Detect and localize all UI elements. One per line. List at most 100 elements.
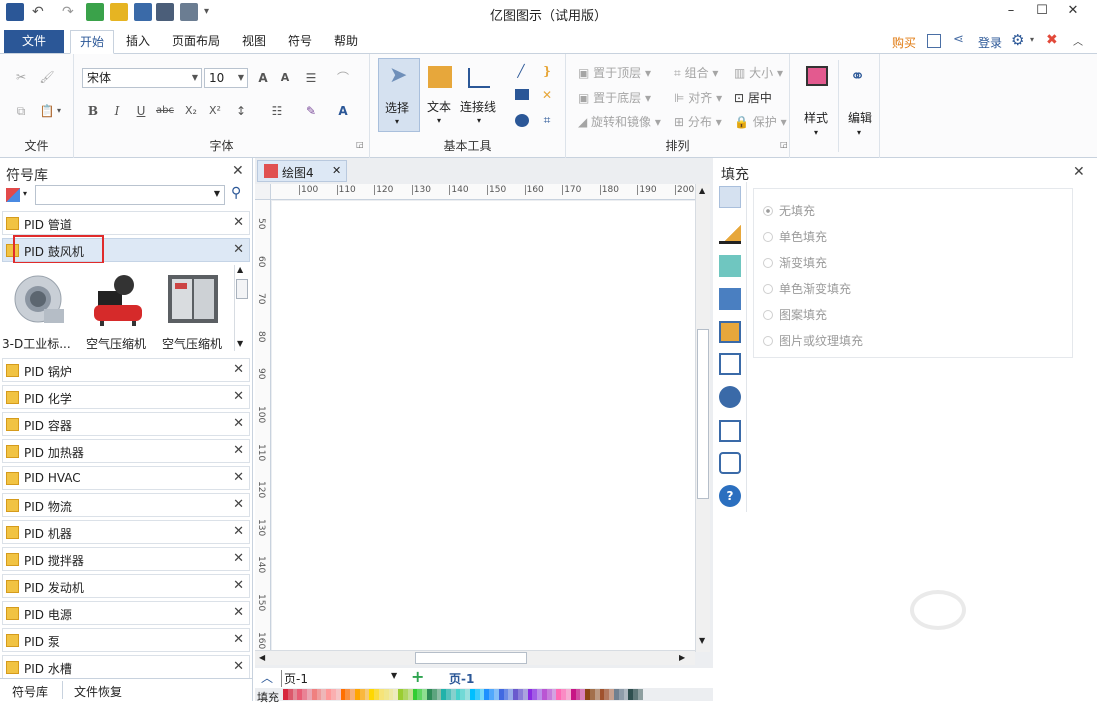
page-select[interactable]: 页-1 <box>281 670 308 687</box>
color-swatch[interactable] <box>364 689 370 700</box>
library-close-icon[interactable]: ✕ <box>233 605 244 620</box>
select-tool[interactable]: ➤ 选择 ▾ <box>378 58 420 132</box>
air-compressor-2-shape[interactable] <box>166 271 221 326</box>
image-icon[interactable] <box>719 288 741 310</box>
vscroll-thumb[interactable] <box>697 329 709 499</box>
blower-shape[interactable] <box>12 271 67 326</box>
font-name-select[interactable]: 宋体 ▼ <box>82 68 202 88</box>
ellipse-icon[interactable] <box>515 114 529 127</box>
library-row[interactable]: PID 机器 ✕ <box>2 520 250 544</box>
library-close-icon[interactable]: ✕ <box>233 578 244 593</box>
vscroll-up-icon[interactable]: ▲ <box>699 186 705 195</box>
library-close-icon[interactable]: ✕ <box>233 551 244 566</box>
color-swatch[interactable] <box>537 689 543 700</box>
library-close-icon[interactable]: ✕ <box>233 470 244 485</box>
library-row[interactable]: PID 搅拌器 ✕ <box>2 547 250 571</box>
library-row[interactable]: PID 容器 ✕ <box>2 412 250 436</box>
tab-page-layout[interactable]: 页面布局 <box>166 30 226 54</box>
hyperlink-icon[interactable] <box>719 386 741 408</box>
library-row[interactable]: PID 发动机 ✕ <box>2 574 250 598</box>
align-text-icon[interactable]: ☰ <box>302 69 320 87</box>
layers-icon[interactable] <box>719 321 741 343</box>
fill-tool-icon[interactable] <box>719 186 741 208</box>
color-swatch[interactable] <box>580 689 586 700</box>
settings-gear-icon[interactable]: ⚙ <box>1011 31 1024 49</box>
library-menu-icon[interactable] <box>6 188 20 202</box>
color-swatch[interactable] <box>393 689 399 700</box>
file-tab[interactable]: 文件 <box>4 30 64 53</box>
hscroll-right-icon[interactable]: ▶ <box>679 653 685 662</box>
shrink-font-icon[interactable]: A <box>276 69 294 87</box>
maximize-button[interactable]: ☐ <box>1031 2 1053 20</box>
share-icon[interactable]: ⋖ <box>953 32 964 47</box>
library-close-icon[interactable]: ✕ <box>233 242 244 257</box>
vscroll-down-icon[interactable]: ▼ <box>699 636 705 645</box>
color-swatch[interactable] <box>623 689 629 700</box>
color-swatch[interactable] <box>436 689 442 700</box>
fill-option[interactable]: 图片或纹理填充 <box>763 332 863 349</box>
close-library-icon[interactable]: ✕ <box>232 163 244 179</box>
rectangle-icon[interactable] <box>515 89 529 100</box>
fill-option[interactable]: 渐变填充 <box>763 254 827 271</box>
font-color-icon[interactable]: A <box>334 102 352 120</box>
font-color-fill-icon[interactable]: ✎ <box>302 102 320 120</box>
comment-icon[interactable] <box>719 452 741 474</box>
color-swatch[interactable] <box>522 689 528 700</box>
group-button[interactable]: ⌗ 组合 ▾ <box>674 64 718 81</box>
library-close-icon[interactable]: ✕ <box>233 389 244 404</box>
scroll-up-icon[interactable]: ▲ <box>237 265 243 274</box>
color-swatch[interactable] <box>465 689 471 700</box>
page-list-icon[interactable] <box>719 353 741 375</box>
crop-icon[interactable]: ⌗ <box>538 111 556 129</box>
collapse-ribbon-icon[interactable]: ︿ <box>1073 33 1083 48</box>
center-button[interactable]: ⊡ 居中 <box>734 89 772 106</box>
library-row[interactable]: PID 化学 ✕ <box>2 385 250 409</box>
color-swatch[interactable] <box>479 689 485 700</box>
distribute-button[interactable]: ⊞ 分布 ▾ <box>674 113 722 130</box>
library-close-icon[interactable]: ✕ <box>233 443 244 458</box>
shadow-icon[interactable] <box>719 255 741 277</box>
color-swatch[interactable] <box>335 689 341 700</box>
settings-dropdown-icon[interactable]: ▾ <box>1030 35 1034 44</box>
superscript-icon[interactable]: X² <box>206 102 224 120</box>
line-spacing-icon[interactable]: ↕ <box>232 102 250 120</box>
library-close-icon[interactable]: ✕ <box>233 632 244 647</box>
color-swatch[interactable] <box>566 689 571 700</box>
tab-symbol[interactable]: 符号 <box>282 30 318 54</box>
color-swatch[interactable] <box>321 689 327 700</box>
text-arc-icon[interactable]: ⌒ <box>334 69 352 87</box>
copy-icon[interactable]: ⧉ <box>12 102 30 120</box>
fill-option[interactable]: 单色填充 <box>763 228 827 245</box>
library-menu-dropdown-icon[interactable]: ▾ <box>23 189 27 198</box>
size-button[interactable]: ▥ 大小 ▾ <box>734 64 783 81</box>
color-swatch[interactable] <box>594 689 600 700</box>
color-swatch[interactable] <box>292 689 298 700</box>
page-nav-up-icon[interactable]: ︿ <box>261 669 273 686</box>
color-swatch[interactable] <box>609 689 614 700</box>
library-row[interactable]: PID 物流 ✕ <box>2 493 250 517</box>
color-swatch[interactable] <box>306 689 312 700</box>
color-swatch[interactable] <box>494 689 499 700</box>
fill-option[interactable]: 图案填充 <box>763 306 827 323</box>
tab-view[interactable]: 视图 <box>234 30 274 54</box>
point-icon[interactable]: ✕ <box>538 86 556 104</box>
tab-home[interactable]: 开始 <box>70 30 114 54</box>
document-tab[interactable]: 绘图4 ✕ <box>257 160 347 182</box>
tab-help[interactable]: 帮助 <box>326 30 366 54</box>
drawing-page[interactable] <box>272 201 695 650</box>
line-style-icon[interactable] <box>719 222 741 244</box>
style-button[interactable]: 样式 <box>804 109 828 126</box>
bold-icon[interactable]: B <box>84 102 102 120</box>
close-button[interactable]: ✕ <box>1062 2 1084 20</box>
scroll-down-icon[interactable]: ▼ <box>237 339 243 348</box>
page-tab[interactable]: 页-1 <box>449 670 474 687</box>
bullets-icon[interactable]: ☷ <box>268 102 286 120</box>
font-size-select[interactable]: 10 ▼ <box>204 68 248 88</box>
fill-option[interactable]: 单色渐变填充 <box>763 280 851 297</box>
login-link[interactable]: 登录 <box>978 34 1002 51</box>
edit-button[interactable]: 编辑 <box>848 109 872 126</box>
fill-option[interactable]: 无填充 <box>763 202 815 219</box>
bring-to-front-button[interactable]: ▣ 置于顶层 ▾ <box>578 64 651 81</box>
line-icon[interactable]: ╱ <box>512 62 530 80</box>
library-row[interactable]: PID 电源 ✕ <box>2 601 250 625</box>
